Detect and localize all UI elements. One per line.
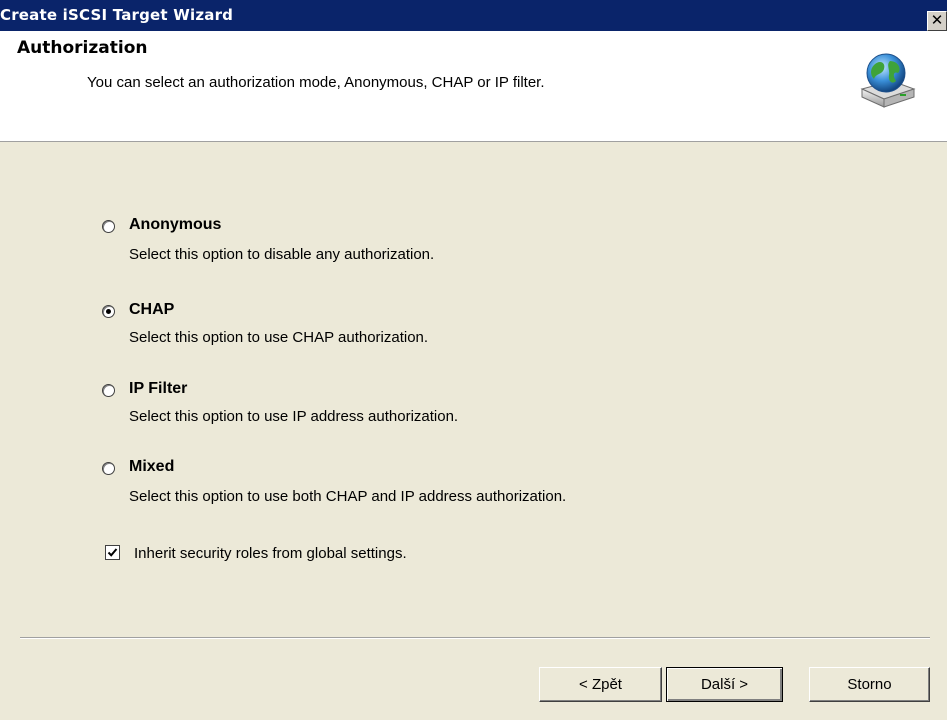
close-button[interactable]: ✕ <box>927 11 947 31</box>
globe-network-drive-icon <box>860 53 916 108</box>
option-description: Select this option to use IP address aut… <box>129 408 459 425</box>
option-label[interactable]: Anonymous <box>129 216 221 234</box>
inherit-security-checkbox[interactable] <box>105 545 120 560</box>
radio-mixed[interactable] <box>102 462 115 475</box>
radio-selected-dot <box>106 309 111 314</box>
page-subtitle: You can select an authorization mode, An… <box>87 74 545 91</box>
window-title: Create iSCSI Target Wizard <box>0 6 234 24</box>
radio-ip-filter[interactable] <box>102 384 115 397</box>
close-icon: ✕ <box>930 11 944 29</box>
next-button[interactable]: Další > <box>666 667 783 702</box>
page-title: Authorization <box>17 38 148 58</box>
footer-separator <box>20 637 930 639</box>
radio-anonymous[interactable] <box>102 220 115 233</box>
checkmark-icon <box>107 548 118 557</box>
radio-chap[interactable] <box>102 305 115 318</box>
option-description: Select this option to disable any author… <box>129 246 435 263</box>
title-bar[interactable]: Create iSCSI Target Wizard ✕ <box>0 0 947 31</box>
back-button[interactable]: < Zpět <box>539 667 662 702</box>
wizard-window: Create iSCSI Target Wizard ✕ Authorizati… <box>0 0 947 720</box>
option-label[interactable]: CHAP <box>129 301 174 319</box>
option-label[interactable]: IP Filter <box>129 380 187 398</box>
cancel-button[interactable]: Storno <box>809 667 930 702</box>
inherit-security-label[interactable]: Inherit security roles from global setti… <box>134 545 407 562</box>
option-description: Select this option to use both CHAP and … <box>129 488 567 505</box>
option-description: Select this option to use CHAP authoriza… <box>129 329 429 346</box>
option-label[interactable]: Mixed <box>129 458 174 476</box>
